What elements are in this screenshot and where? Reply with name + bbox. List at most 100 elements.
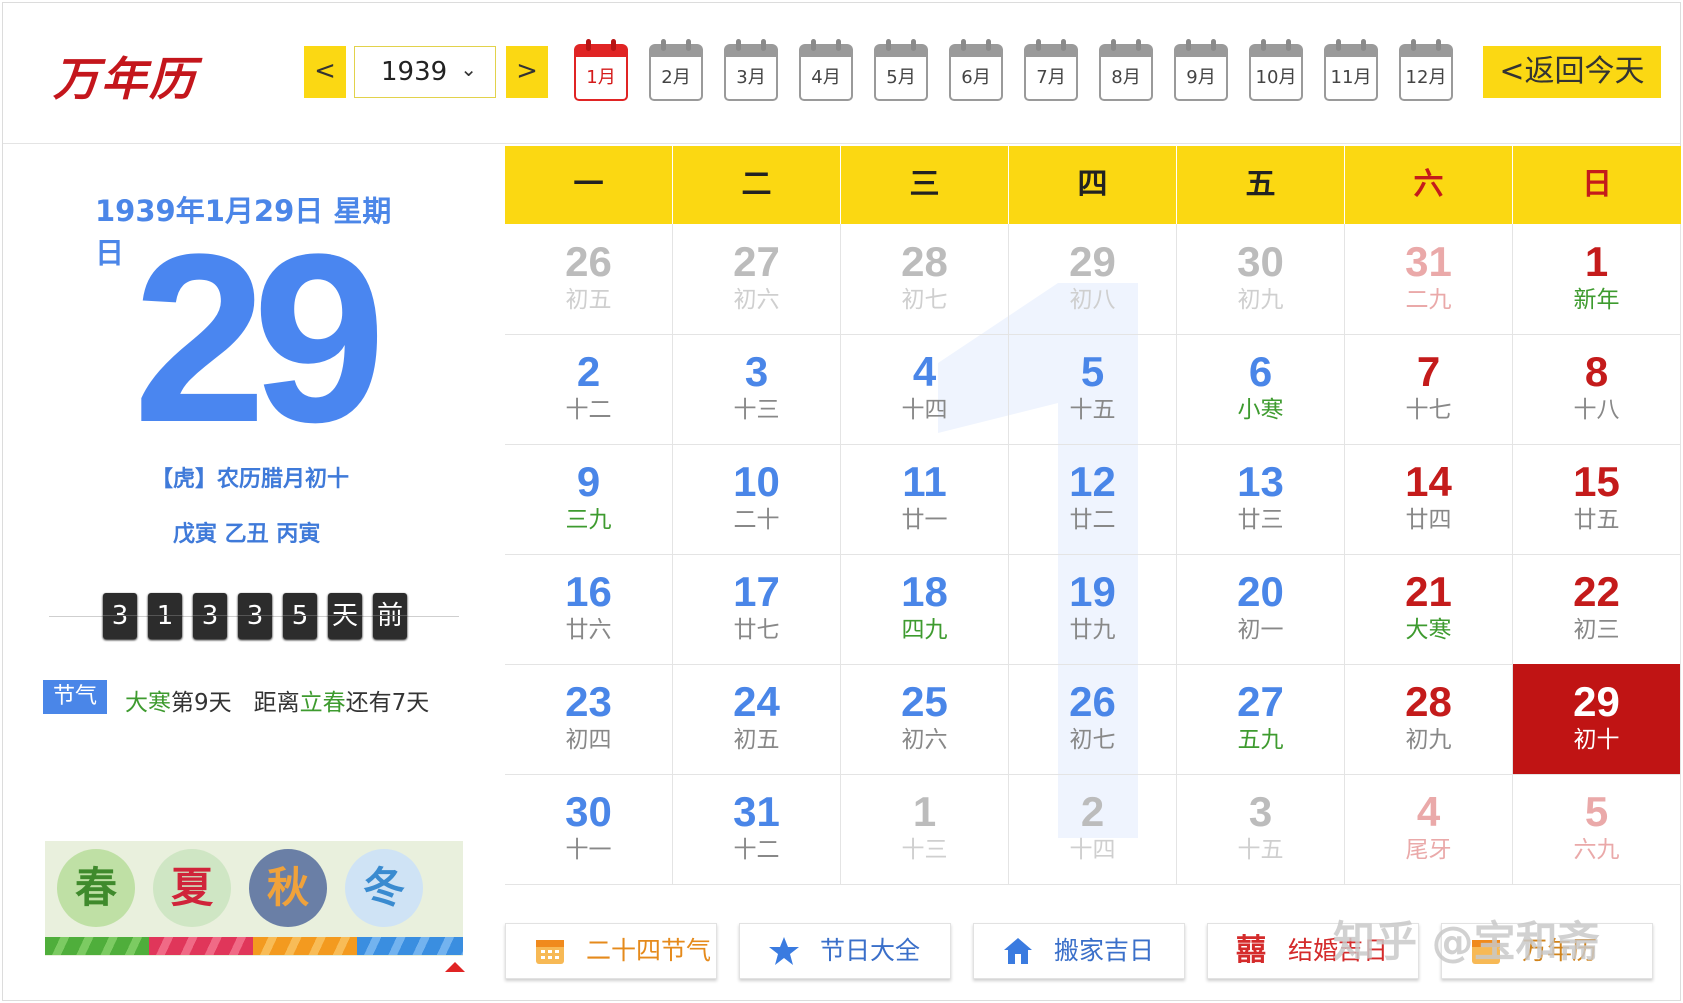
calendar-day[interactable]: 29 初八	[1009, 224, 1177, 335]
day-number: 2	[576, 348, 601, 395]
scroll-up-icon[interactable]	[445, 962, 465, 972]
star-icon	[769, 937, 799, 965]
season-winter[interactable]: 冬	[345, 849, 423, 927]
calendar-day[interactable]: 15 廿五	[1513, 444, 1681, 555]
month-label: 12月	[1405, 67, 1447, 88]
calendar-day[interactable]: 2 十四	[1009, 774, 1177, 885]
month-tab-5[interactable]: 5月	[874, 39, 928, 103]
day-number: 24	[733, 678, 780, 725]
calendar-day[interactable]: 31 十二	[673, 774, 841, 885]
calendar-day[interactable]: 30 初九	[1177, 224, 1345, 335]
prev-year-button[interactable]: <	[304, 46, 346, 98]
house-icon	[1004, 938, 1032, 964]
season-summer[interactable]: 夏	[153, 849, 231, 927]
calendar-day[interactable]: 23 初四	[505, 664, 673, 775]
day-number: 1	[912, 788, 937, 835]
seasons-banner[interactable]: 春 夏 秋 冬	[45, 841, 463, 956]
month-tab-3[interactable]: 3月	[724, 39, 778, 103]
lunar-day: 初九	[1405, 727, 1452, 753]
month-tab-7[interactable]: 7月	[1024, 39, 1078, 103]
counter-digit: 5	[283, 593, 317, 639]
month-tab-1[interactable]: 1月	[574, 39, 628, 103]
calendar-day[interactable]: 24 初五	[673, 664, 841, 775]
lunar-day: 十三	[901, 837, 948, 863]
calendar-day[interactable]: 3 十三	[673, 334, 841, 445]
day-number: 7	[1416, 348, 1441, 395]
calendar-day[interactable]: 7 十七	[1345, 334, 1513, 445]
calendar-day[interactable]: 14 廿四	[1345, 444, 1513, 555]
day-number: 31	[733, 788, 780, 835]
year-select[interactable]: 1939 ⌄	[354, 46, 496, 98]
calendar-day[interactable]: 28 初七	[841, 224, 1009, 335]
calendar-day[interactable]: 28 初九	[1345, 664, 1513, 775]
calendar-day[interactable]: 3 十五	[1177, 774, 1345, 885]
holidays-button[interactable]: 节日大全	[739, 923, 951, 979]
moving-days-button[interactable]: 搬家吉日	[973, 923, 1185, 979]
calendar-day[interactable]: 21 大寒	[1345, 554, 1513, 665]
day-number: 27	[1237, 678, 1284, 725]
lunar-day: 十五	[1069, 397, 1116, 423]
month-tab-4[interactable]: 4月	[799, 39, 853, 103]
calendar-day[interactable]: 19 廿九	[1009, 554, 1177, 665]
weekday-header: 一	[505, 146, 673, 224]
calendar-day[interactable]: 20 初一	[1177, 554, 1345, 665]
month-label: 10月	[1255, 67, 1297, 88]
counter-digit: 3	[103, 593, 137, 639]
calendar-day[interactable]: 26 初七	[1009, 664, 1177, 775]
month-tab-10[interactable]: 10月	[1249, 39, 1303, 103]
double-happiness-icon: 囍	[1236, 933, 1266, 968]
counter-digit: 3	[193, 593, 227, 639]
lunar-day: 初六	[901, 727, 948, 753]
back-to-today-button[interactable]: <返回今天	[1483, 46, 1661, 98]
calendar-day[interactable]: 5 十五	[1009, 334, 1177, 445]
day-number: 30	[1237, 238, 1284, 285]
season-autumn[interactable]: 秋	[249, 849, 327, 927]
lunar-day: 初九	[1237, 287, 1284, 313]
calendar-day[interactable]: 16 廿六	[505, 554, 673, 665]
calendar-day[interactable]: 27 五九	[1177, 664, 1345, 775]
calendar-day[interactable]: 1 十三	[841, 774, 1009, 885]
month-tab-12[interactable]: 12月	[1399, 39, 1453, 103]
calendar-day[interactable]: 27 初六	[673, 224, 841, 335]
current-term-days: 第9天	[171, 690, 232, 716]
season-spring[interactable]: 春	[57, 849, 135, 927]
counter-digit: 3	[238, 593, 272, 639]
calendar-day[interactable]: 22 初三	[1513, 554, 1681, 665]
calendar-day[interactable]: 12 廿二	[1009, 444, 1177, 555]
stripe-winter	[357, 937, 463, 955]
current-term[interactable]: 大寒	[125, 690, 171, 716]
calendar-day[interactable]: 30 十一	[505, 774, 673, 885]
calendar-day[interactable]: 1 新年	[1513, 224, 1681, 335]
day-number: 4	[1416, 788, 1441, 835]
calendar-day[interactable]: 9 三九	[505, 444, 673, 555]
month-tab-11[interactable]: 11月	[1324, 39, 1378, 103]
month-tab-8[interactable]: 8月	[1099, 39, 1153, 103]
calendar-day[interactable]: 4 尾牙	[1345, 774, 1513, 885]
lunar-day: 廿三	[1237, 507, 1284, 533]
calendar-day[interactable]: 17 廿七	[673, 554, 841, 665]
month-tab-6[interactable]: 6月	[949, 39, 1003, 103]
calendar-day[interactable]: 11 廿一	[841, 444, 1009, 555]
calendar-day[interactable]: 2 十二	[505, 334, 673, 445]
calendar-day-selected[interactable]: 29 初十	[1513, 664, 1681, 775]
lunar-day: 十二	[733, 837, 780, 863]
solar-terms-button[interactable]: 二十四节气	[505, 923, 717, 979]
day-number: 31	[1405, 238, 1452, 285]
month-tab-2[interactable]: 2月	[649, 39, 703, 103]
calendar-day[interactable]: 5 六九	[1513, 774, 1681, 885]
calendar-day[interactable]: 4 十四	[841, 334, 1009, 445]
calendar-day[interactable]: 13 廿三	[1177, 444, 1345, 555]
lunar-day: 初八	[1069, 287, 1116, 313]
calendar-day[interactable]: 18 四九	[841, 554, 1009, 665]
calendar-day[interactable]: 6 小寒	[1177, 334, 1345, 445]
calendar-day[interactable]: 25 初六	[841, 664, 1009, 775]
next-term[interactable]: 立春	[300, 690, 346, 716]
calendar-day[interactable]: 8 十八	[1513, 334, 1681, 445]
next-year-button[interactable]: >	[506, 46, 548, 98]
day-number: 10	[733, 458, 780, 505]
calendar-day[interactable]: 31 二九	[1345, 224, 1513, 335]
calendar-day[interactable]: 26 初五	[505, 224, 673, 335]
month-tab-9[interactable]: 9月	[1174, 39, 1228, 103]
calendar-icon	[1024, 44, 1078, 58]
calendar-day[interactable]: 10 二十	[673, 444, 841, 555]
